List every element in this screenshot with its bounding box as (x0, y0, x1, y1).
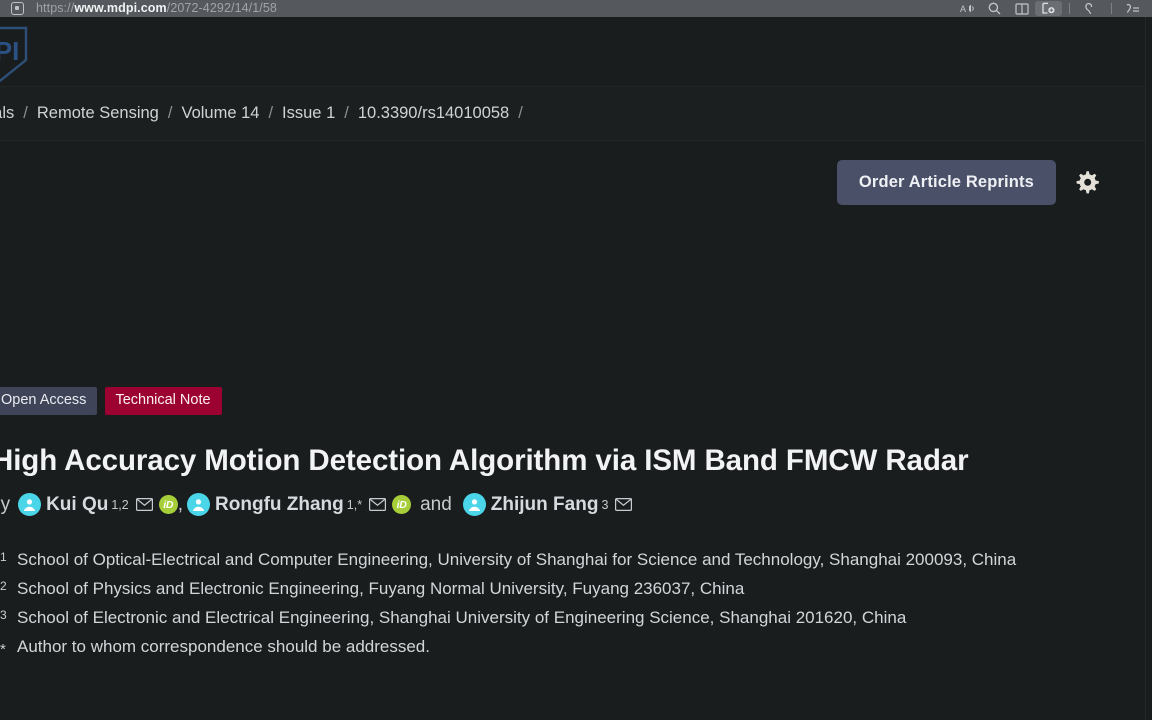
profile-icon[interactable] (1119, 0, 1146, 17)
article-badges: Open Access Technical Note (0, 387, 222, 415)
browser-toolbar: https://www.mdpi.com/2072-4292/14/1/58 A (0, 0, 1152, 17)
avatar[interactable] (187, 493, 211, 516)
breadcrumb-item-doi[interactable]: 10.3390/rs14010058 (358, 104, 509, 123)
affiliation-text: School of Electronic and Electrical Engi… (17, 607, 907, 627)
author-affiliation-marks-1: 1,2 (111, 497, 129, 512)
byline-comma: , (177, 493, 184, 515)
affiliation-text: School of Physics and Electronic Enginee… (17, 578, 745, 598)
affiliation-text: School of Optical-Electrical and Compute… (17, 550, 1017, 569)
breadcrumb-separator: / (344, 104, 349, 122)
site-info-icon[interactable] (11, 2, 24, 15)
reading-view-icon[interactable] (1008, 0, 1035, 17)
breadcrumb-item-journals[interactable]: nals (0, 104, 14, 123)
status-badge-article-type[interactable]: Technical Note (105, 387, 222, 415)
breadcrumb: nals / Remote Sensing / Volume 14 / Issu… (0, 104, 532, 123)
email-icon[interactable] (135, 496, 153, 513)
affiliations-list: 1 School of Optical-Electrical and Compu… (0, 547, 1091, 663)
page-title: High Accuracy Motion Detection Algorithm… (0, 444, 969, 477)
address-bar[interactable]: https://www.mdpi.com/2072-4292/14/1/58 (36, 0, 277, 17)
order-article-reprints-button[interactable]: Order Article Reprints (836, 160, 1056, 205)
orcid-icon[interactable]: iD (158, 495, 178, 514)
page-viewport: DPI nals / Remote Sensing / Volume 14 / … (0, 17, 1152, 720)
breadcrumb-separator: / (268, 104, 274, 122)
article-actions: Order Article Reprints (836, 160, 1101, 205)
affiliation-marker: * (0, 640, 6, 658)
author-name-2[interactable]: Rongfu Zhang (215, 494, 344, 516)
affiliation-marker: 1 (0, 550, 7, 564)
gear-icon[interactable] (1071, 168, 1101, 198)
toolbar-divider-2 (1111, 3, 1112, 14)
email-icon[interactable] (369, 496, 387, 513)
author-byline: by Kui Qu 1,2 iD , Rongfu Zhang 1,* (0, 493, 635, 516)
svg-text:DPI: DPI (0, 36, 19, 66)
breadcrumb-separator-trailing: / (518, 104, 523, 122)
read-aloud-icon[interactable]: A (954, 0, 981, 17)
breadcrumb-bar: nals / Remote Sensing / Volume 14 / Issu… (0, 86, 1145, 141)
url-scheme: https:// (36, 1, 75, 15)
affiliation-item: 1 School of Optical-Electrical and Compu… (0, 547, 1091, 574)
affiliation-item: 3 School of Electronic and Electrical En… (0, 605, 1091, 632)
search-icon[interactable] (981, 0, 1008, 17)
url-path: /2072-4292/14/1/58 (166, 1, 277, 15)
breadcrumb-item-journal[interactable]: Remote Sensing (37, 104, 159, 123)
url-host: www.mdpi.com (74, 1, 167, 15)
mdpi-logo[interactable]: DPI (0, 26, 58, 88)
breadcrumb-item-volume[interactable]: Volume 14 (181, 104, 259, 123)
avatar[interactable] (462, 493, 486, 516)
author-name-1[interactable]: Kui Qu (46, 494, 108, 516)
svg-text:A: A (960, 4, 966, 14)
browser-actions: A (954, 0, 1152, 17)
author-affiliation-marks-3: 3 (601, 497, 609, 512)
status-badge-open-access[interactable]: Open Access (0, 387, 98, 415)
affiliation-text: Author to whom correspondence should be … (17, 636, 430, 656)
author-affiliation-marks-2: 1,* (346, 497, 363, 512)
email-icon[interactable] (615, 496, 633, 513)
toolbar-divider (1069, 3, 1070, 14)
article-header: Order Article Reprints Open Access Techn… (0, 141, 1145, 701)
orcid-icon[interactable]: iD (392, 495, 412, 514)
breadcrumb-separator: / (23, 104, 28, 122)
favorites-icon[interactable] (1077, 0, 1104, 17)
author-name-3[interactable]: Zhijun Fang (491, 494, 599, 516)
site-header: DPI (0, 17, 1145, 86)
breadcrumb-separator: / (167, 104, 173, 122)
byline-and-word: and (420, 493, 452, 515)
affiliation-marker: 2 (0, 578, 7, 593)
breadcrumb-item-issue[interactable]: Issue 1 (282, 104, 335, 123)
affiliation-marker: 3 (0, 607, 7, 622)
affiliation-item: 2 School of Physics and Electronic Engin… (0, 576, 1091, 603)
collections-icon[interactable] (1035, 1, 1062, 16)
affiliation-item: * Author to whom correspondence should b… (0, 634, 1091, 662)
byline-by-word: by (0, 493, 11, 515)
content-frame: DPI nals / Remote Sensing / Volume 14 / … (0, 17, 1146, 720)
avatar[interactable] (18, 493, 42, 516)
